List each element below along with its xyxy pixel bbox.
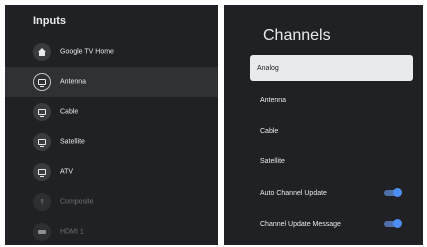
auto-channel-update-row[interactable]: Auto Channel Update — [250, 180, 413, 206]
input-item-hdmi-1[interactable]: HDMI 1 — [5, 217, 218, 245]
tv-icon — [33, 133, 51, 151]
input-item-label: Cable — [60, 108, 79, 116]
toggle-knob — [393, 219, 402, 228]
toggle-knob — [393, 188, 402, 197]
channel-item-label: Satellite — [260, 157, 285, 165]
input-item-label: ATV — [60, 168, 74, 176]
channel-update-message-toggle[interactable] — [384, 219, 402, 228]
tv-icon — [33, 73, 51, 91]
composite-icon: ⫯ — [33, 193, 51, 211]
auto-channel-update-toggle[interactable] — [384, 188, 402, 197]
channels-title: Channels — [263, 27, 331, 44]
input-item-label: Composite — [60, 198, 94, 206]
input-item-label: Antenna — [60, 78, 87, 86]
channel-item-label: Analog — [257, 64, 279, 72]
channels-panel: Channels Analog Antenna Cable Satellite … — [224, 5, 423, 245]
input-item-composite[interactable]: ⫯ Composite — [5, 187, 218, 217]
channel-item-label: Channel Update Message — [260, 220, 341, 228]
input-item-label: HDMI 1 — [60, 228, 84, 236]
channel-item-satellite[interactable]: Satellite — [250, 148, 413, 174]
inputs-title: Inputs — [33, 15, 66, 27]
input-item-satellite[interactable]: Satellite — [5, 127, 218, 157]
input-item-cable[interactable]: Cable — [5, 97, 218, 127]
channel-item-label: Antenna — [260, 96, 287, 104]
home-icon — [33, 43, 51, 61]
channel-update-message-row[interactable]: Channel Update Message — [250, 211, 413, 237]
input-item-google-tv-home[interactable]: Google TV Home — [5, 37, 218, 67]
input-item-label: Google TV Home — [60, 48, 114, 56]
input-item-label: Satellite — [60, 138, 85, 146]
input-item-atv[interactable]: ATV — [5, 157, 218, 187]
tv-icon — [33, 103, 51, 121]
channel-item-antenna[interactable]: Antenna — [250, 87, 413, 113]
input-item-antenna[interactable]: Antenna — [5, 67, 218, 97]
tv-icon — [33, 163, 51, 181]
channel-item-label: Auto Channel Update — [260, 189, 327, 197]
channel-item-cable[interactable]: Cable — [250, 118, 413, 144]
hdmi-icon — [33, 223, 51, 241]
channel-item-analog[interactable]: Analog — [250, 55, 413, 81]
inputs-panel: Inputs Google TV Home Antenna Cable Sate… — [5, 5, 218, 245]
channel-item-label: Cable — [260, 127, 279, 135]
